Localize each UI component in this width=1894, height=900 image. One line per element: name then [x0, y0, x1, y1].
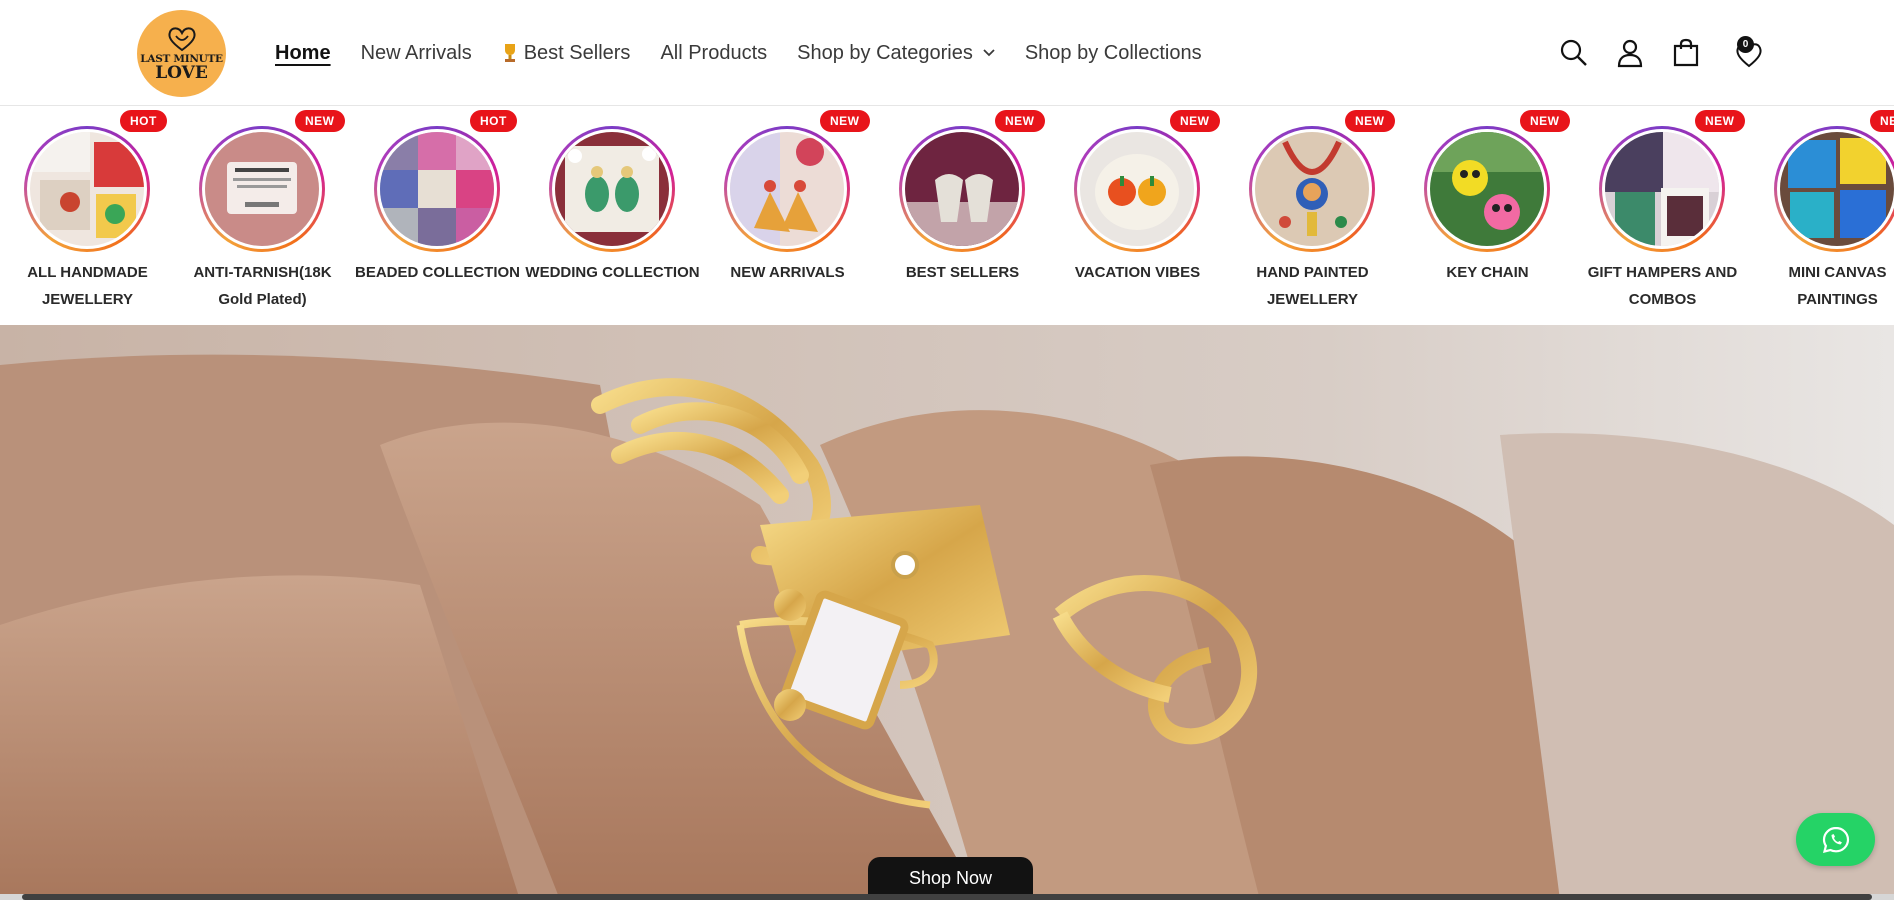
logo-text-bottom: LOVE: [155, 62, 208, 83]
category-image-ring: [1074, 126, 1200, 252]
cart-icon[interactable]: [1670, 37, 1702, 69]
category-label: GIFT HAMPERS AND COMBOS: [1587, 264, 1738, 308]
category-badge: HOT: [120, 110, 167, 132]
category-strip: HOT ALL HANDMADE JEWELLERY NEW ANTI-TARN…: [0, 107, 1894, 325]
nav-best-sellers-label: Best Sellers: [523, 41, 631, 64]
category-image: [1080, 132, 1194, 246]
whatsapp-chat-button[interactable]: [1796, 813, 1875, 866]
category-label: KEY CHAIN: [1446, 264, 1529, 281]
category-badge: NEW: [1695, 110, 1745, 132]
category-label: MINI CANVAS PAINTINGS: [1788, 264, 1887, 308]
category-label: BEST SELLERS: [905, 264, 1020, 281]
category-image: [205, 132, 319, 246]
category-image-ring: [724, 126, 850, 252]
nav-best-sellers[interactable]: Best Sellers: [502, 41, 631, 65]
site-header: LAST MINUTE LOVE Home New Arrivals Best …: [0, 0, 1894, 106]
category-image: [380, 132, 494, 246]
category-badge: NEW: [995, 110, 1045, 132]
horizontal-scrollbar[interactable]: [0, 894, 1894, 900]
category-image: [555, 132, 669, 246]
category-image-ring: [24, 126, 150, 252]
category-label: VACATION VIBES: [1074, 264, 1201, 281]
category-image-ring: [899, 126, 1025, 252]
search-icon[interactable]: [1558, 37, 1590, 69]
category-image-ring: [549, 126, 675, 252]
whatsapp-icon: [1822, 826, 1849, 853]
category-image: [1255, 132, 1369, 246]
category-badge: NEW: [1870, 110, 1894, 132]
category-badge: HOT: [470, 110, 517, 132]
brand-logo[interactable]: LAST MINUTE LOVE: [137, 10, 226, 97]
category-label: ANTI-TARNISH(18K Gold Plated): [193, 264, 332, 308]
trophy-icon: [504, 44, 515, 62]
category-image-ring: [1249, 126, 1375, 252]
heart-logo-icon: [167, 26, 196, 51]
category-image: [730, 132, 844, 246]
category-image: [1605, 132, 1719, 246]
category-badge: NEW: [295, 110, 345, 132]
category-label: WEDDING COLLECTION: [525, 264, 700, 281]
category-image-ring: [1424, 126, 1550, 252]
account-icon[interactable]: [1614, 37, 1646, 69]
nav-home[interactable]: Home: [275, 42, 331, 65]
category-badge: NEW: [820, 110, 870, 132]
category-image: [905, 132, 1019, 246]
category-image-ring: [1774, 126, 1894, 252]
hero-rings-photo: [0, 325, 1894, 900]
category-image-ring: [374, 126, 500, 252]
wishlist-count-badge: 0: [1737, 36, 1754, 53]
category-image-ring: [199, 126, 325, 252]
category-badge: NEW: [1520, 110, 1570, 132]
chevron-down-icon: [983, 49, 995, 57]
nav-shop-by-categories[interactable]: Shop by Categories: [797, 42, 995, 65]
category-label: NEW ARRIVALS: [730, 264, 845, 281]
hero-banner-image[interactable]: [0, 325, 1894, 900]
main-nav: Home New Arrivals Best Sellers All Produ…: [275, 38, 1232, 68]
nav-shop-by-categories-label: Shop by Categories: [797, 41, 973, 64]
category-image: [1780, 132, 1894, 246]
category-badge: NEW: [1345, 110, 1395, 132]
category-image: [1430, 132, 1544, 246]
nav-shop-by-collections[interactable]: Shop by Collections: [1025, 42, 1202, 65]
nav-new-arrivals[interactable]: New Arrivals: [361, 42, 472, 65]
category-image-ring: [1599, 126, 1725, 252]
category-label: HAND PAINTED JEWELLERY: [1256, 264, 1369, 308]
category-label: ALL HANDMADE JEWELLERY: [27, 264, 148, 308]
category-label: BEADED COLLECTION: [355, 264, 520, 281]
nav-all-products[interactable]: All Products: [660, 42, 767, 65]
category-badge: NEW: [1170, 110, 1220, 132]
scrollbar-thumb[interactable]: [22, 894, 1872, 900]
category-image: [30, 132, 144, 246]
